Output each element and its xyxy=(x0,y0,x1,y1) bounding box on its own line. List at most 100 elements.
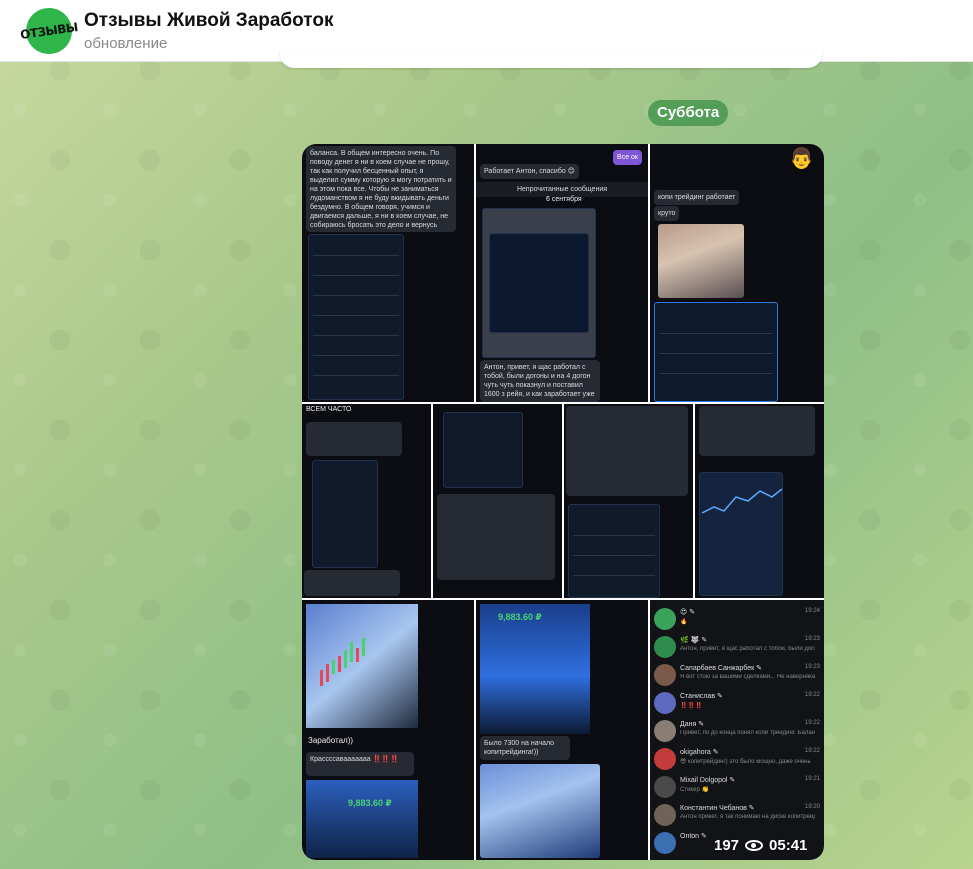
caption-text: Было 7300 на начало копитрейдинга!)) xyxy=(484,740,555,756)
chat-list-item: Сапарбаев Санжарбек ✎ Я вот стою за вашим… xyxy=(650,662,824,688)
chat-avatar xyxy=(654,664,676,686)
chat-time: 19:22 xyxy=(804,720,820,726)
review-message: Крассссавааааааа ‼️‼️‼️ xyxy=(306,752,414,776)
chat-list-item: Станислав ✎ ‼️‼️‼️ 19:22 xyxy=(650,690,824,716)
phone-balance-photo: 9,883.60 ₽ xyxy=(480,604,590,734)
trade-history-screenshot xyxy=(308,234,404,400)
phone-screenshot xyxy=(312,460,378,568)
chat-name: okigahora ✎ xyxy=(680,749,719,756)
chat-list-item: 😍 ✎ 🔥 19:24 xyxy=(650,606,824,632)
view-count: 197 xyxy=(714,836,740,854)
chat-name: Константин Чебанов ✎ xyxy=(680,805,755,812)
chat-preview: Стикер 👏 xyxy=(680,787,709,793)
chat-preview: ‼️‼️‼️ xyxy=(680,703,703,709)
previous-message-bubble xyxy=(280,50,822,68)
message-text: копи трейдинг работает xyxy=(658,194,736,201)
review-message xyxy=(566,406,688,496)
album-photo-6[interactable] xyxy=(564,404,693,598)
photo-album[interactable]: баланса. В общем интересно очень. По пов… xyxy=(302,144,824,860)
chart-screenshot xyxy=(699,472,783,596)
chat-preview: Антон, привет, я щас работал с тобой, бы… xyxy=(680,646,815,652)
trading-screen-photo xyxy=(480,764,600,858)
album-photo-7[interactable] xyxy=(695,404,824,598)
chat-list-item: Константин Чебанов ✎ Антон привет. я так … xyxy=(650,802,824,828)
chat-list-item: Mixail Dolgopol ✎ Стикер 👏 19:21 xyxy=(650,774,824,800)
chat-preview: Я вот стою за вашими сделками... Не наве… xyxy=(680,674,815,680)
laptop-photo xyxy=(482,208,596,358)
user-avatar-emoji: 👨 xyxy=(789,148,814,170)
chat-time: 19:23 xyxy=(804,664,820,670)
chat-preview: Антон привет. я так понимаю на диске коп… xyxy=(680,814,815,820)
album-photo-2[interactable]: Все ок Работает Антон, спасибо 😊 Непрочи… xyxy=(476,144,648,402)
chat-avatar xyxy=(654,720,676,742)
review-message xyxy=(306,422,402,456)
review-message: баланса. В общем интересно очень. По пов… xyxy=(306,146,456,232)
review-text: баланса. В общем интересно очень. По пов… xyxy=(310,150,452,229)
top-label: ВСЕМ ЧАСТО xyxy=(306,406,352,413)
chat-time: 19:22 xyxy=(804,748,820,754)
album-photo-4[interactable]: ВСЕМ ЧАСТО xyxy=(302,404,431,598)
review-message xyxy=(699,406,815,456)
channel-title[interactable]: Отзывы Живой Заработок xyxy=(84,10,333,32)
chat-name: Сапарбаев Санжарбек ✎ xyxy=(680,665,762,672)
incoming-text: Работает Антон, спасибо 😊 xyxy=(484,168,575,175)
eye-icon xyxy=(745,839,764,851)
chat-avatar xyxy=(654,804,676,826)
price-line xyxy=(701,488,783,514)
unread-label: Непрочитанные сообщения xyxy=(516,186,608,193)
chat-name: Onton ✎ xyxy=(680,833,707,840)
photo-caption: Антон, привет, я щас работал с тобой, бы… xyxy=(480,360,600,402)
trade-history-screenshot xyxy=(568,504,660,598)
candlestick-chart xyxy=(320,638,365,686)
outgoing-message: Все ок xyxy=(613,150,642,165)
caption-text: Антон, привет, я щас работал с тобой, бы… xyxy=(484,364,595,398)
chat-name: Mixail Dolgopol ✎ xyxy=(680,777,736,784)
chat-time: 19:22 xyxy=(804,692,820,698)
channel-avatar[interactable]: ОТЗЫВЫ xyxy=(19,4,79,57)
album-photo-3[interactable]: 👨 копи трейдинг работает круто xyxy=(650,144,824,402)
chat-time: 19:24 xyxy=(804,608,820,614)
chat-list-item: Даня ✎ Привет, по до конца понял копи тре… xyxy=(650,718,824,744)
chat-name: Станислав ✎ xyxy=(680,693,723,700)
outgoing-text: Все ок xyxy=(617,154,638,161)
chat-avatar xyxy=(654,776,676,798)
unread-divider: Непрочитанные сообщения xyxy=(476,182,648,197)
date-separator: Суббота xyxy=(648,100,729,126)
chat-list-item: okigahora ✎ 😎 копитрейдинг) это было мощн… xyxy=(650,746,824,772)
trade-results-screenshot xyxy=(654,302,778,402)
balance-amount: 9,883.60 ₽ xyxy=(348,798,392,808)
album-photo-10[interactable]: 😍 ✎ 🔥 19:24 🌿 🐺 ✎ Антон, привет, я щас работ… xyxy=(650,600,824,860)
review-message xyxy=(304,570,400,596)
view-counter: 197 05:41 xyxy=(714,834,807,856)
review-text: Крассссавааааааа ‼️‼️‼️ xyxy=(310,756,399,763)
chat-preview: 😎 копитрейдинг) это было мощно, даже оче… xyxy=(680,759,811,765)
chat-list-item: 🌿 🐺 ✎ Антон, привет, я щас работал с тобо… xyxy=(650,634,824,660)
chat-name: Даня ✎ xyxy=(680,721,705,728)
message-text: круто xyxy=(658,210,676,217)
phone-screenshot xyxy=(443,412,523,488)
chat-avatar xyxy=(654,748,676,770)
message-cool: круто xyxy=(654,206,680,221)
chat-name: 😍 ✎ xyxy=(680,609,696,616)
album-photo-5[interactable] xyxy=(433,404,562,598)
chat-avatar xyxy=(654,692,676,714)
chat-name: 🌿 🐺 ✎ xyxy=(680,637,708,644)
chat-preview: 🔥 xyxy=(680,619,688,625)
chat-time: 19:20 xyxy=(804,804,820,810)
album-photo-8[interactable]: Заработал)) Крассссавааааааа ‼️‼️‼️ 9,88… xyxy=(302,600,474,860)
album-photo-1[interactable]: баланса. В общем интересно очень. По пов… xyxy=(302,144,474,402)
incoming-message: Работает Антон, спасибо 😊 xyxy=(480,164,579,179)
chat-time: 19:21 xyxy=(804,776,820,782)
header-titles: Отзывы Живой Заработок обновление xyxy=(84,10,333,52)
avatar-text: ОТЗЫВЫ xyxy=(19,19,79,42)
trading-platform-screen xyxy=(489,233,589,333)
balance-screenshot: 9,883.60 ₽ xyxy=(306,780,418,858)
chat-avatar xyxy=(654,608,676,630)
message-copytrading: копи трейдинг работает xyxy=(654,190,740,205)
photo-caption: Заработал)) xyxy=(308,736,354,745)
album-photo-9[interactable]: 9,883.60 ₽ Было 7300 на начало копитрейд… xyxy=(476,600,648,860)
photo-caption: Было 7300 на начало копитрейдинга!)) xyxy=(480,736,570,760)
chat-preview: Привет, по до конца понял копи трейдинг.… xyxy=(680,730,815,736)
chat-avatar xyxy=(654,636,676,658)
date-label: 6 сентября xyxy=(546,196,582,203)
